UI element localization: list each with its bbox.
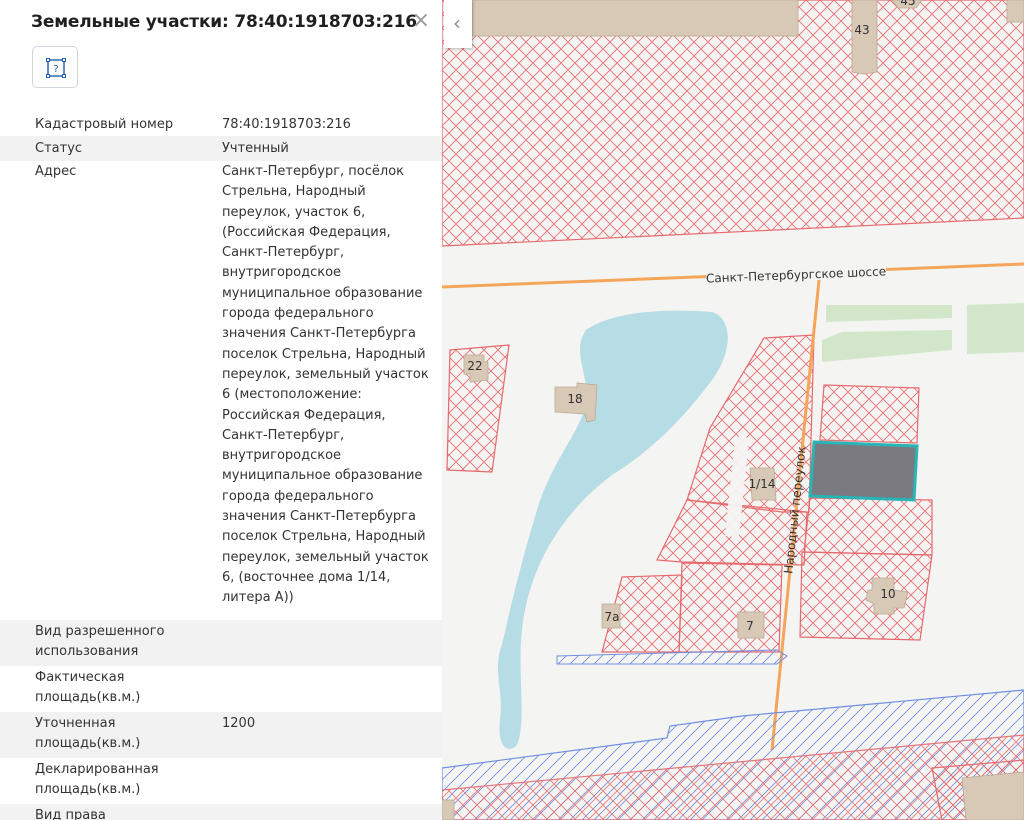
house-number-18: 18: [567, 392, 582, 406]
house-number-7: 7: [746, 619, 754, 633]
attr-key: Кадастровый номер: [35, 117, 174, 132]
house-number-7a: 7а: [605, 610, 620, 624]
attr-value: 1200: [222, 716, 256, 731]
chevron-left-icon: ‹: [453, 11, 461, 35]
help-icon: ?: [46, 58, 66, 78]
house-number-22: 22: [467, 359, 482, 373]
parcel-top-block[interactable]: [442, 0, 1024, 247]
attr-key: Статус: [35, 141, 83, 156]
building: [442, 799, 455, 820]
parcel-10[interactable]: [799, 551, 933, 641]
attr-key: Адрес: [35, 164, 77, 179]
attributes-table: Кадастровый номер 78:40:1918703:216 Стат…: [0, 115, 442, 820]
attr-key: Уточненная площадь(кв.м.): [35, 716, 141, 752]
attr-row-cadastral-number: Кадастровый номер 78:40:1918703:216: [0, 115, 442, 136]
attr-value: Учтенный: [222, 141, 289, 156]
map-view[interactable]: 43 45 Санкт-Петербургское шоссе 22 18 1/…: [442, 0, 1024, 820]
green-area: [826, 305, 952, 322]
attr-row-status: Статус Учтенный: [0, 136, 442, 161]
building: [961, 771, 1024, 820]
attr-row-declared-area: Декларированная площадь(кв.м.): [0, 758, 442, 804]
house-number-1-14: 1/14: [749, 477, 776, 491]
attr-value: 78:40:1918703:216: [222, 117, 351, 132]
collapse-panel-button[interactable]: ‹: [444, 0, 472, 48]
building: [471, 0, 799, 37]
house-number-10: 10: [880, 587, 895, 601]
attr-key: Фактическая площадь(кв.м.): [35, 670, 141, 706]
house-number-45: 45: [900, 0, 915, 8]
building: [1006, 0, 1024, 23]
attr-key: Вид права: [35, 808, 106, 820]
green-area: [822, 330, 952, 362]
green-area: [967, 303, 1024, 354]
attr-row-right-type: Вид права: [0, 804, 442, 820]
attr-row-address: Адрес Санкт-Петербург, посёлок Стрельна,…: [0, 161, 442, 620]
attr-row-permitted-use: Вид разрешенного использования: [0, 620, 442, 666]
parcel[interactable]: [819, 384, 920, 444]
building: [851, 0, 878, 75]
attr-row-refined-area: Уточненная площадь(кв.м.) 1200: [0, 712, 442, 758]
help-button[interactable]: ?: [32, 46, 78, 88]
attr-value: Санкт-Петербург, посёлок Стрельна, Народ…: [222, 164, 429, 606]
attr-key: Вид разрешенного использования: [35, 624, 165, 660]
house-number-43: 43: [854, 23, 869, 37]
attr-key: Декларированная площадь(кв.м.): [35, 762, 159, 798]
street-label-highway: Санкт-Петербургское шоссе: [706, 264, 887, 285]
parcel[interactable]: [803, 497, 933, 556]
selected-parcel[interactable]: [808, 440, 919, 502]
attr-row-actual-area: Фактическая площадь(кв.м.): [0, 666, 442, 712]
info-panel: Земельные участки: 78:40:1918703:216 × ?…: [0, 0, 442, 820]
close-icon[interactable]: ×: [410, 10, 432, 34]
svg-text:?: ?: [53, 64, 58, 75]
parcel-7[interactable]: [678, 562, 783, 653]
panel-title: Земельные участки: 78:40:1918703:216: [31, 12, 417, 32]
